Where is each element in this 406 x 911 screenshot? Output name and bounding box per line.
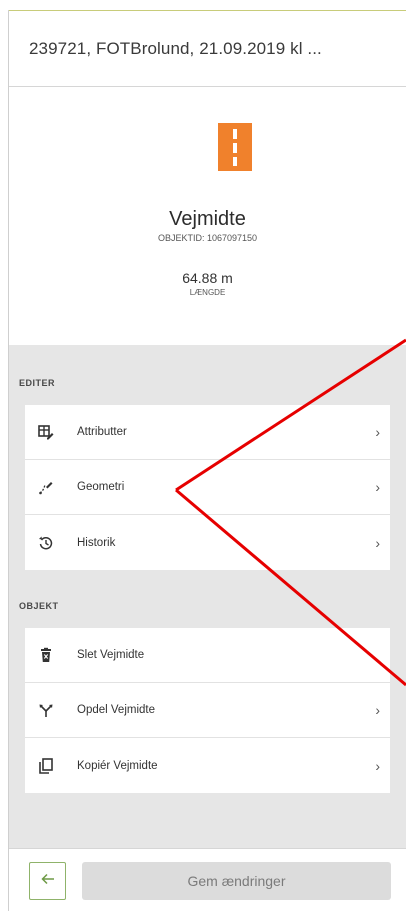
menu-item-split[interactable]: Opdel Vejmidte › xyxy=(25,683,390,738)
arrow-left-icon xyxy=(40,872,55,890)
geometry-pen-icon xyxy=(38,479,54,495)
object-id: OBJEKTID: 1067097150 xyxy=(157,233,258,243)
road-icon xyxy=(218,123,252,171)
section-title-object: OBJEKT xyxy=(19,601,59,611)
menu-item-history[interactable]: Historik › xyxy=(25,515,390,570)
split-icon xyxy=(38,702,54,718)
table-edit-icon xyxy=(38,424,54,440)
chevron-right-icon: › xyxy=(375,479,380,495)
chevron-right-icon: › xyxy=(375,424,380,440)
panel-header: 239721, FOTBrolund, 21.09.2019 kl ... xyxy=(9,10,406,87)
chevron-right-icon: › xyxy=(375,702,380,718)
history-icon xyxy=(38,535,54,551)
save-changes-button[interactable]: Gem ændringer xyxy=(82,862,391,900)
object-summary: Vejmidte OBJEKTID: 1067097150 64.88 m LÆ… xyxy=(9,87,406,345)
side-panel: 239721, FOTBrolund, 21.09.2019 kl ... Ve… xyxy=(8,10,406,911)
object-name: Vejmidte xyxy=(169,208,246,230)
back-button[interactable] xyxy=(29,862,66,900)
menu-item-geometry[interactable]: Geometri › xyxy=(25,460,390,515)
menu-item-label: Geometri xyxy=(77,481,125,493)
object-card: Slet Vejmidte Opdel Vejmidte › Kopiér Ve… xyxy=(25,628,390,793)
section-title-edit: EDITER xyxy=(19,378,56,388)
menu-item-delete[interactable]: Slet Vejmidte xyxy=(25,628,390,683)
object-length: 64.88 m xyxy=(182,270,233,286)
edit-card: Attributter › Geometri › Historik › xyxy=(25,405,390,570)
menu-item-copy[interactable]: Kopiér Vejmidte › xyxy=(25,738,390,793)
object-length-label: LÆNGDE xyxy=(189,288,226,297)
menu-item-label: Slet Vejmidte xyxy=(77,649,145,661)
menu-item-label: Historik xyxy=(77,536,116,549)
menu-item-label: Kopiér Vejmidte xyxy=(77,759,158,772)
trash-icon xyxy=(38,647,54,663)
copy-icon xyxy=(38,757,54,774)
chevron-right-icon: › xyxy=(375,757,380,774)
chevron-right-icon: › xyxy=(375,534,380,551)
menu-item-attributes[interactable]: Attributter › xyxy=(25,405,390,460)
panel-title: 239721, FOTBrolund, 21.09.2019 kl ... xyxy=(29,38,322,58)
menu-item-label: Opdel Vejmidte xyxy=(77,704,155,716)
panel-footer: Gem ændringer xyxy=(9,848,406,911)
menu-item-label: Attributter xyxy=(77,426,127,438)
